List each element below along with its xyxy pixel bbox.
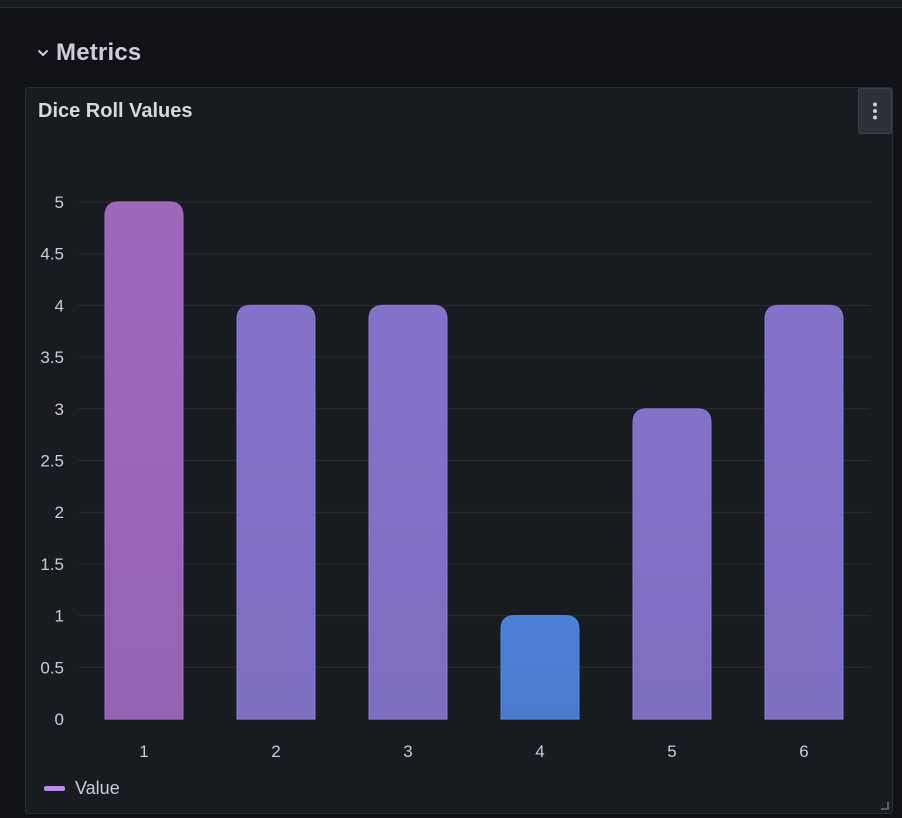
panel-resize-handle[interactable]: [881, 802, 889, 810]
legend-swatch: [44, 786, 65, 791]
bar-1[interactable]: [104, 201, 184, 720]
y-tick-label: 2: [55, 503, 64, 522]
y-tick-label: 3: [55, 400, 64, 419]
row-title: Metrics: [56, 39, 142, 66]
vertical-dots-icon: [873, 102, 877, 120]
y-tick-label: 1.5: [40, 555, 64, 574]
row-collapse-toggle[interactable]: Metrics: [36, 36, 141, 70]
x-tick-label: 5: [667, 742, 676, 761]
chart-panel: 0 0.5 1 1.5 2 2.5 3 3.5 4 4.5 5 1 2 3 4 5 6 Dice Roll Va…: [25, 87, 893, 814]
y-tick-label: 2.5: [40, 452, 64, 471]
bar-2[interactable]: [236, 304, 316, 720]
y-tick-label: 3.5: [40, 348, 64, 367]
panel-menu-button[interactable]: [858, 88, 892, 134]
y-tick-label: 1: [55, 607, 64, 626]
x-tick-label: 6: [799, 742, 808, 761]
top-border-bar: [0, 0, 902, 8]
y-tick-label: 5: [55, 193, 64, 212]
y-tick-label: 0.5: [40, 658, 64, 677]
panel-title: Dice Roll Values: [38, 100, 193, 122]
x-tick-label: 1: [139, 742, 148, 761]
x-tick-label: 4: [535, 742, 544, 761]
y-tick-label: 4.5: [40, 245, 64, 264]
bar-4[interactable]: [500, 615, 580, 720]
x-tick-label: 3: [403, 742, 412, 761]
bar-3[interactable]: [368, 304, 448, 720]
x-tick-label: 2: [271, 742, 280, 761]
y-tick-label: 4: [55, 296, 64, 315]
y-tick-label: 0: [55, 710, 64, 729]
legend-label: Value: [75, 778, 120, 798]
bar-chart: 0 0.5 1 1.5 2 2.5 3 3.5 4 4.5 5 1 2 3 4 5 6: [40, 193, 870, 761]
legend-item-value[interactable]: Value: [44, 778, 120, 799]
chevron-down-icon: [38, 50, 48, 56]
bar-6[interactable]: [764, 304, 844, 720]
bar-5[interactable]: [632, 408, 712, 720]
